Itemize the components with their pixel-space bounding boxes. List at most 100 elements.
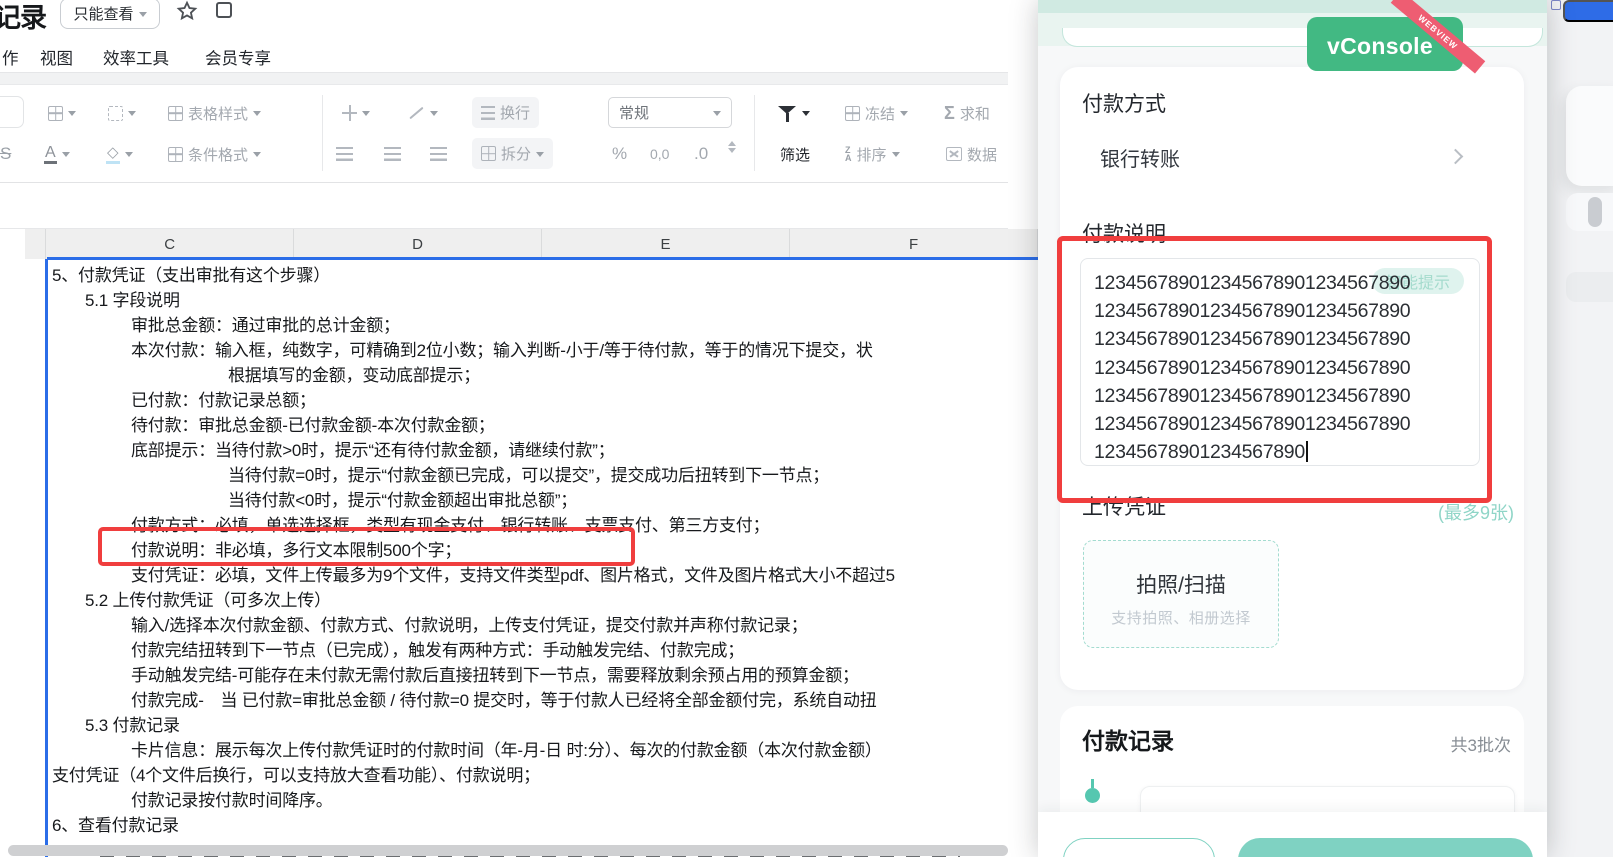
align-right-button[interactable] [430,137,447,171]
menu-item-efficiency-tools[interactable]: 效率工具 [103,45,169,69]
sheet-cell[interactable]: 支付凭证（4个文件后换行，可以支持放大查看功能）、付款说明； [0,763,1038,788]
desktop-right-strip [1547,0,1613,857]
percent-format-button[interactable]: % [612,137,627,171]
chevron-down-icon [124,152,133,161]
split-cells-button[interactable]: 拆分 [472,138,554,169]
horizontal-scrollbar[interactable] [8,845,1008,856]
screen: 记录 只能查看 作 视图 效率工具 会员专享 表格样式 换行 常规 冻结 Σ 求… [0,0,1613,857]
fill-color-button[interactable]: ◇ [106,137,133,171]
chevron-down-icon [536,151,545,161]
view-mode-label: 只能查看 [73,6,134,23]
sheet-cell[interactable]: 6、查看付款记录 [0,813,1038,838]
sheet-cell[interactable]: 付款记录按付款时间降序。 [0,788,1038,813]
view-mode-dropdown[interactable]: 只能查看 [60,0,160,29]
sheet-cell[interactable]: 已付款：付款记录总额； [0,388,1038,413]
sheet-cell[interactable]: 支付凭证：必填，文件上传最多为9个文件，支持文件类型pdf、图片格式，文件及图片… [0,563,1038,588]
freeze-button[interactable]: 冻结 [845,96,909,130]
align-left-button[interactable] [336,137,353,171]
filter-button-icon[interactable] [778,96,810,130]
grid-icon [48,105,63,121]
sheet-cell[interactable]: 当待付款=0时，提示“付款金额已完成，可以提交”，提交成功后扭转到下一节点； [0,463,1038,488]
sheet-cell[interactable]: 付款完成- 当 已付款=审批总金额 / 待付款=0 提交时，等于付款人已经将全部… [0,688,1038,713]
column-header-f[interactable]: F [790,229,1039,259]
split-icon [481,146,496,161]
table-style-button[interactable]: 表格样式 [168,96,262,130]
strikethrough-icon: S [0,144,12,163]
strikethrough-button[interactable]: S [0,137,11,171]
freeze-icon [845,105,860,121]
sheet-cell[interactable]: 根据填写的金额，变动底部提示； [0,363,1038,388]
sheet-cell[interactable]: 待付款：审批总金额-已付款金额-本次付款金额； [0,413,1038,438]
data-validation-button[interactable]: 数据 [946,137,997,171]
menu-item-view[interactable]: 视图 [40,45,73,69]
window-icon[interactable] [216,2,232,18]
titlebar: 记录 只能查看 [0,0,1008,36]
vconsole-button[interactable]: vConsole WEBVIEW [1307,0,1486,74]
camera-scan-upload-button[interactable]: 拍照/扫描 支持拍照、相册选择 [1083,540,1279,648]
column-header-d[interactable]: D [294,229,543,259]
sheet-area[interactable]: 5、付款凭证（支出审批有这个步骤） 5.1 字段说明 审批总金额：通过审批的总计… [0,260,1038,857]
column-header-stub[interactable] [25,229,47,259]
sort-button[interactable]: Z A 排序 [845,137,900,171]
column-headers: C D E F [25,229,1039,259]
sheet-cell[interactable]: 卡片信息：展示每次上传付款凭证时的付款时间（年-月-日 时:分）、每次的付款金额… [0,738,1038,763]
chevron-down-icon [138,11,147,21]
timeline-line [1091,779,1094,788]
sheet-cell[interactable]: 付款完结扭转到下一节点（已完成），触发有两种方式：手动触发完结、付款完成； [0,638,1038,663]
chevron-down-icon [61,152,70,161]
sheet-cell[interactable]: 底部提示：当待付款>0时，提示“还有待付款金额，请继续付款”； [0,438,1038,463]
scrollbar-thumb[interactable] [1588,197,1602,227]
sum-button[interactable]: Σ 求和 [944,96,990,130]
formula-bar[interactable] [0,182,1008,229]
selection-top-border [47,257,1038,260]
secondary-action-button[interactable] [1063,838,1215,857]
toolbar-divider [754,95,755,171]
chevron-down-icon [900,111,909,120]
camera-scan-label: 拍照/扫描 [1136,574,1226,597]
number-format-dropdown[interactable]: 常规 [608,97,732,128]
grid-icon [1551,0,1561,10]
sheet-cell[interactable]: 5、付款凭证（支出审批有这个步骤） [0,263,1038,288]
sheet-cell[interactable]: 5.2 上传付款凭证（可多次上传） [0,588,1038,613]
chevron-down-icon [728,148,736,157]
sheet-cell[interactable]: 输入/选择本次付款金额、付款方式、付款说明，上传支付凭证，提交付款并声称付款记录… [0,613,1038,638]
align-left-icon [336,147,353,161]
chevron-right-icon[interactable] [1447,148,1464,165]
sheet-cell[interactable]: 5.1 字段说明 [0,288,1038,313]
diagonal-button[interactable] [408,96,438,130]
decimal-format-button[interactable]: .0 [694,137,708,171]
font-color-button[interactable]: A [44,137,70,171]
column-header-c[interactable]: C [46,229,295,259]
menu-item-partial[interactable]: 作 [2,45,19,69]
partial-dropdown-button[interactable] [0,96,24,128]
thousands-format-button[interactable]: 0,0 [650,137,669,171]
menu-separator [0,72,1008,85]
column-header-e[interactable]: E [542,229,791,259]
menu-item-member[interactable]: 会员专享 [205,45,271,69]
blue-action-button[interactable] [1563,0,1613,22]
merge-cells-button[interactable] [342,96,370,130]
star-icon[interactable] [176,0,198,22]
crop-button[interactable] [108,96,136,130]
align-center-button[interactable] [384,137,401,171]
borders-button[interactable] [48,96,76,130]
chevron-down-icon [128,111,136,120]
sheet-cell[interactable]: 当待付款<0时，提示“付款金额超出审批总额”； [0,488,1038,513]
sheet-cell[interactable]: 5.3 付款记录 [0,713,1038,738]
primary-action-button[interactable] [1238,838,1533,857]
chevron-down-icon [713,110,721,120]
sheet-cell[interactable]: 手动触发完结-可能存在未付款无需付款后直接扭转到下一节点，需要释放剩余预占用的预… [0,663,1038,688]
decimal-stepper[interactable] [728,137,736,171]
sheet-cell[interactable]: 本次付款：输入框，纯数字，可精确到2位小数；输入判断-小于/等于待付款，等于的情… [0,338,1038,363]
conditional-format-button[interactable]: 条件格式 [168,137,262,171]
chevron-down-icon [253,152,262,161]
sheet-cell[interactable]: 审批总金额：通过审批的总计金额； [0,313,1038,338]
toolbar-divider [322,95,323,171]
wrap-text-button[interactable]: 换行 [472,97,540,128]
filter-button-label[interactable]: 筛选 [780,137,810,171]
chevron-down-icon [253,111,262,120]
payment-method-row[interactable]: 银行转账 [1100,143,1180,172]
align-right-icon [430,147,447,161]
upload-hint: 支持拍照、相册选择 [1111,610,1251,627]
menubar: 作 视图 效率工具 会员专享 [0,36,1008,72]
